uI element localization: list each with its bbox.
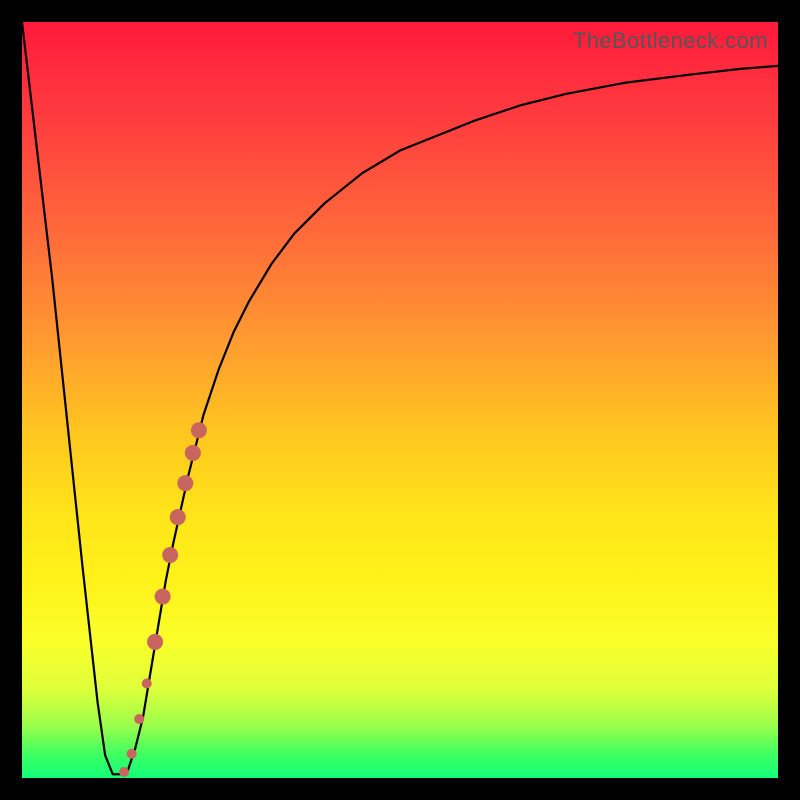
plot-area: TheBottleneck.com bbox=[22, 22, 778, 778]
highlight-marker bbox=[127, 749, 137, 759]
highlight-marker bbox=[191, 422, 207, 438]
highlight-marker bbox=[177, 475, 193, 491]
highlight-marker bbox=[147, 634, 163, 650]
highlight-marker bbox=[162, 547, 178, 563]
highlight-marker bbox=[170, 509, 186, 525]
highlighted-markers bbox=[119, 422, 207, 777]
highlight-marker bbox=[185, 445, 201, 461]
chart-svg bbox=[22, 22, 778, 778]
bottleneck-curve-line bbox=[22, 22, 778, 774]
highlight-marker bbox=[134, 714, 144, 724]
highlight-marker bbox=[142, 679, 152, 689]
chart-frame: TheBottleneck.com bbox=[0, 0, 800, 800]
highlight-marker bbox=[119, 767, 129, 777]
highlight-marker bbox=[155, 589, 171, 605]
